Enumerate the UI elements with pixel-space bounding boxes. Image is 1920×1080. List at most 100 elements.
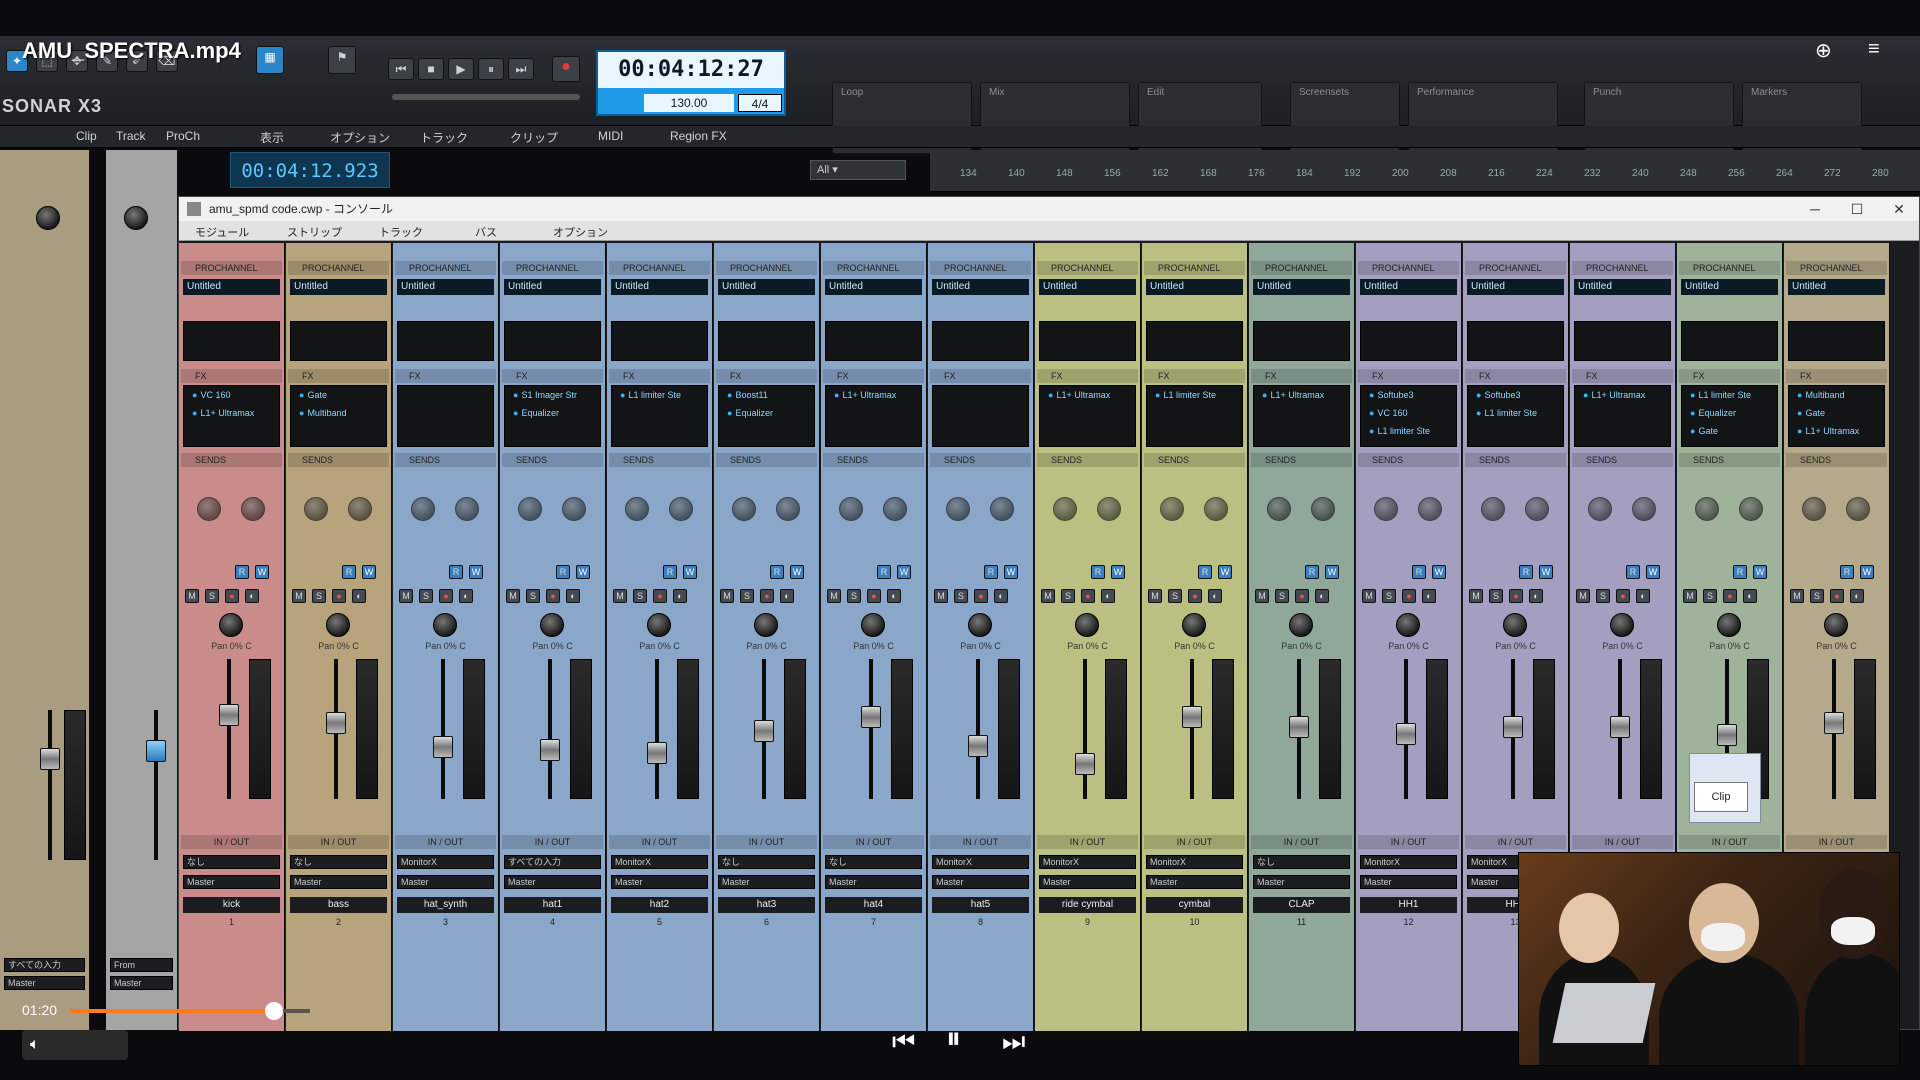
send-level-knob[interactable] (732, 497, 756, 521)
gain-knob[interactable] (36, 206, 60, 230)
solo-button[interactable]: S (1168, 589, 1182, 603)
prochannel-header[interactable]: PROCHANNEL (1358, 261, 1459, 275)
prochannel-preset[interactable]: Untitled (504, 279, 601, 295)
volume-fader[interactable] (219, 703, 239, 726)
prochannel-preset[interactable]: Untitled (1574, 279, 1671, 295)
fx-bin[interactable]: VC 160 L1+ Ultramax (183, 385, 280, 447)
write-button[interactable]: W (1646, 565, 1660, 579)
mute-button[interactable]: M (1576, 589, 1590, 603)
read-button[interactable]: R (1305, 565, 1319, 579)
input-echo-button[interactable]: ◐ (887, 589, 901, 603)
record-arm-button[interactable]: ● (1830, 589, 1844, 603)
output-select[interactable]: Master (1253, 875, 1350, 889)
volume-fader[interactable] (540, 739, 560, 762)
write-button[interactable]: W (790, 565, 804, 579)
record-arm-button[interactable]: ● (225, 589, 239, 603)
eq-display[interactable] (1467, 321, 1564, 361)
fx-plugin[interactable]: L1 limiter Ste (1690, 390, 1751, 400)
volume-fader[interactable] (754, 720, 774, 743)
fx-plugin[interactable]: S1 Imager Str (513, 390, 577, 400)
write-button[interactable]: W (1111, 565, 1125, 579)
mute-button[interactable]: M (1362, 589, 1376, 603)
input-select[interactable]: すべての入力 (4, 958, 85, 972)
eq-display[interactable] (718, 321, 815, 361)
sends-header[interactable]: SENDS (1037, 453, 1138, 467)
input-echo-button[interactable]: ◐ (352, 589, 366, 603)
filter-dropdown[interactable]: All ▾ (810, 160, 906, 180)
solo-button[interactable]: S (1061, 589, 1075, 603)
send-pan-knob[interactable] (241, 497, 265, 521)
mute-button[interactable]: M (1041, 589, 1055, 603)
fx-plugin[interactable]: L1 limiter Ste (620, 390, 681, 400)
eq-display[interactable] (397, 321, 494, 361)
fx-bin[interactable]: S1 Imager Str Equalizer (504, 385, 601, 447)
eq-display[interactable] (1574, 321, 1671, 361)
sends-header[interactable]: SENDS (288, 453, 389, 467)
track-name[interactable]: CLAP (1253, 897, 1350, 913)
solo-button[interactable]: S (1703, 589, 1717, 603)
fx-plugin[interactable]: L1 limiter Ste (1155, 390, 1216, 400)
prochannel-preset[interactable]: Untitled (932, 279, 1029, 295)
read-button[interactable]: R (235, 565, 249, 579)
record-arm-button[interactable]: ● (546, 589, 560, 603)
pan-knob[interactable] (1182, 613, 1206, 637)
sends-header[interactable]: SENDS (1144, 453, 1245, 467)
fx-header[interactable]: FX (930, 369, 1031, 383)
read-button[interactable]: R (1626, 565, 1640, 579)
read-button[interactable]: R (1519, 565, 1533, 579)
eq-display[interactable] (504, 321, 601, 361)
fx-header[interactable]: FX (823, 369, 924, 383)
console-menu-options[interactable]: オプション (553, 224, 608, 240)
pause-transport-icon[interactable]: ⏸ (478, 58, 504, 80)
clip-button[interactable]: Clip (1694, 782, 1748, 812)
prochannel-header[interactable]: PROCHANNEL (181, 261, 282, 275)
eq-display[interactable] (611, 321, 708, 361)
track-name[interactable]: hat5 (932, 897, 1029, 913)
send-level-knob[interactable] (197, 497, 221, 521)
pan-knob[interactable] (861, 613, 885, 637)
input-echo-button[interactable]: ◐ (1850, 589, 1864, 603)
read-button[interactable]: R (877, 565, 891, 579)
pan-knob[interactable] (219, 613, 243, 637)
input-select[interactable]: MonitorX (397, 855, 494, 869)
fx-bin[interactable]: L1+ Ultramax (825, 385, 922, 447)
send-pan-knob[interactable] (1311, 497, 1335, 521)
volume-fader[interactable] (40, 748, 60, 770)
track-name[interactable]: hat3 (718, 897, 815, 913)
mute-button[interactable]: M (1148, 589, 1162, 603)
menu-region-fx[interactable]: Region FX (670, 129, 727, 143)
pan-knob[interactable] (1396, 613, 1420, 637)
output-select[interactable]: Master (397, 875, 494, 889)
record-arm-button[interactable]: ● (1616, 589, 1630, 603)
sends-header[interactable]: SENDS (1465, 453, 1566, 467)
input-echo-button[interactable]: ◐ (566, 589, 580, 603)
mute-button[interactable]: M (613, 589, 627, 603)
play-icon[interactable]: ▶ (448, 58, 474, 80)
output-select[interactable]: Master (611, 875, 708, 889)
console-titlebar[interactable]: amu_spmd code.cwp - コンソール ─ ☐ ✕ (179, 197, 1919, 221)
prochannel-preset[interactable]: Untitled (611, 279, 708, 295)
volume-fader[interactable] (1503, 715, 1523, 738)
sends-header[interactable]: SENDS (1786, 453, 1887, 467)
write-button[interactable]: W (1539, 565, 1553, 579)
volume-fader[interactable] (433, 735, 453, 758)
record-arm-button[interactable]: ● (1509, 589, 1523, 603)
time-display[interactable]: 00:04:12:27 130.00 4/4 (596, 50, 786, 116)
write-button[interactable]: W (1860, 565, 1874, 579)
output-select[interactable]: Master (183, 875, 280, 889)
output-select[interactable]: Master (110, 976, 173, 990)
output-select[interactable]: Master (290, 875, 387, 889)
input-echo-button[interactable]: ◐ (459, 589, 473, 603)
fx-header[interactable]: FX (1786, 369, 1887, 383)
send-level-knob[interactable] (1481, 497, 1505, 521)
volume-fader[interactable] (1182, 706, 1202, 729)
fx-plugin[interactable]: L1+ Ultramax (1583, 390, 1645, 400)
write-button[interactable]: W (897, 565, 911, 579)
pan-knob[interactable] (1289, 613, 1313, 637)
rewind-to-start-icon[interactable]: ⏮ (388, 58, 414, 80)
send-pan-knob[interactable] (1632, 497, 1656, 521)
fx-bin[interactable]: L1+ Ultramax (1039, 385, 1136, 447)
record-arm-button[interactable]: ● (1723, 589, 1737, 603)
send-level-knob[interactable] (1374, 497, 1398, 521)
input-echo-button[interactable]: ◐ (994, 589, 1008, 603)
